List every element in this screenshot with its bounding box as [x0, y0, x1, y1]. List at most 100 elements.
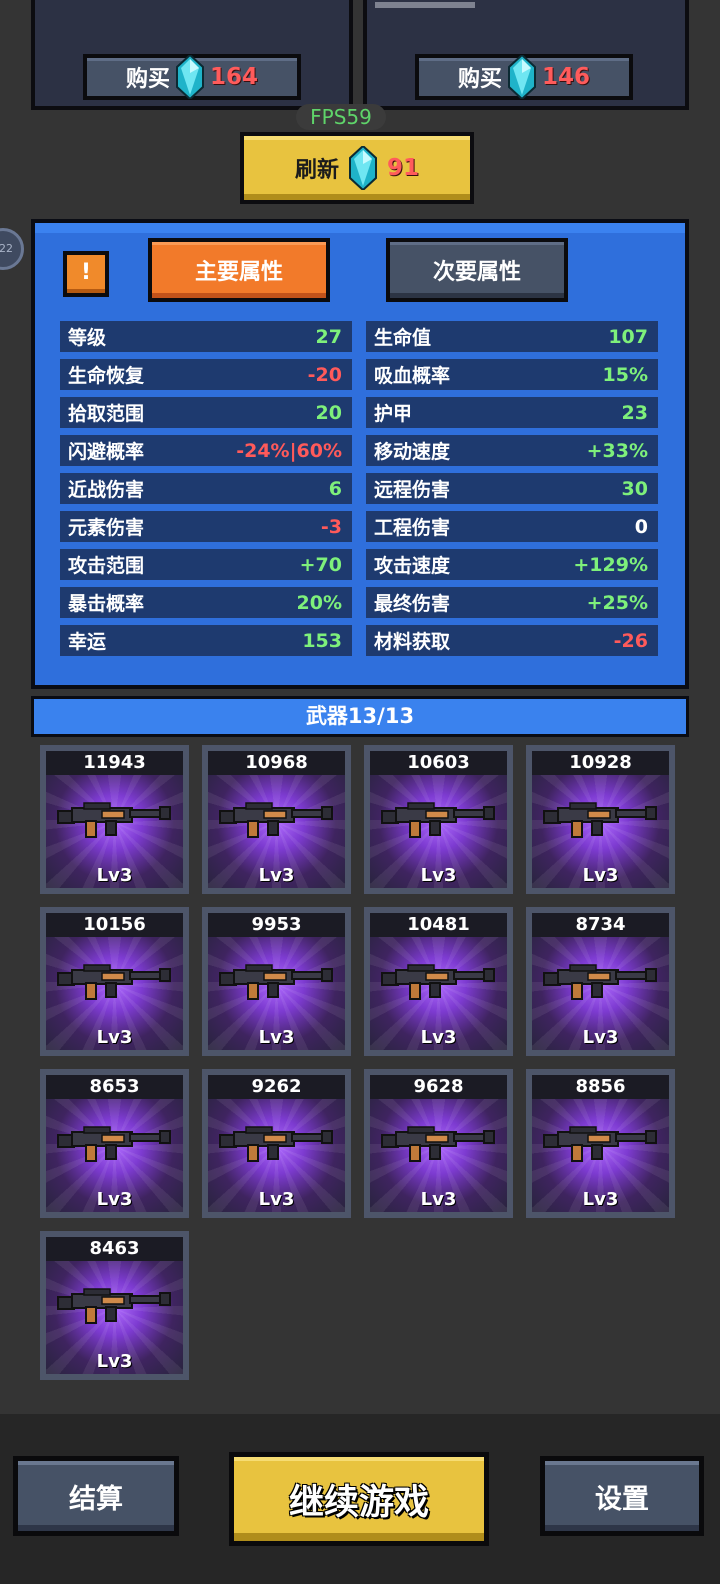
weapon-price: 8856 [532, 1075, 669, 1099]
weapon-card: 8734 Lv3 [532, 913, 669, 1050]
gem-icon [349, 144, 377, 192]
stat-value: +33% [586, 439, 648, 462]
weapon-card: 11943 Lv3 [46, 751, 183, 888]
weapon-price: 9262 [208, 1075, 345, 1099]
settle-button[interactable]: 结算 [13, 1456, 179, 1536]
weapon-slot[interactable]: 10481 Lv3 [364, 907, 513, 1056]
stat-value: 6 [328, 477, 342, 500]
stat-label: 移动速度 [374, 441, 451, 463]
stat-row: 移动速度 +33% [366, 435, 658, 466]
weapon-card: 8856 Lv3 [532, 1075, 669, 1212]
stat-value: 0 [634, 515, 648, 538]
weapon-card: 8463 Lv3 [46, 1237, 183, 1374]
rifle-icon [542, 959, 660, 1003]
stat-row: 生命恢复 -20 [60, 359, 352, 390]
weapon-card: 10481 Lv3 [370, 913, 507, 1050]
fps-counter: FPS59 [296, 104, 386, 130]
buy-label: 购买 [457, 67, 502, 92]
weapon-price: 10156 [46, 913, 183, 937]
weapon-price: 10968 [208, 751, 345, 775]
weapon-card: 10928 Lv3 [532, 751, 669, 888]
rifle-icon [56, 797, 174, 841]
stat-value: 107 [608, 325, 648, 348]
weapon-card: 9628 Lv3 [370, 1075, 507, 1212]
stat-label: 生命值 [374, 327, 432, 349]
stat-label: 闪避概率 [68, 441, 145, 463]
stat-value: 20 [315, 401, 342, 424]
buy-label: 购买 [125, 67, 170, 92]
stat-row: 暴击概率 20% [60, 587, 352, 618]
weapon-slot[interactable]: 10968 Lv3 [202, 745, 351, 894]
weapon-card: 10603 Lv3 [370, 751, 507, 888]
weapon-price: 8653 [46, 1075, 183, 1099]
stat-row: 幸运 153 [60, 625, 352, 656]
weapon-slot[interactable]: 8463 Lv3 [40, 1231, 189, 1380]
weapon-slot[interactable]: 9953 Lv3 [202, 907, 351, 1056]
continue-game-button[interactable]: 继续游戏 [229, 1452, 489, 1546]
buy-button-left[interactable]: 购买 164 [83, 53, 301, 101]
rifle-icon [56, 1121, 174, 1165]
truncated-item-name [375, 2, 475, 8]
refresh-button[interactable]: 刷新 91 [240, 132, 474, 204]
rifle-icon [380, 959, 498, 1003]
stat-label: 拾取范围 [68, 403, 145, 425]
stat-value: +25% [586, 591, 648, 614]
weapon-level: Lv3 [96, 1189, 133, 1210]
weapon-price: 9628 [370, 1075, 507, 1099]
stat-row: 闪避概率 -24%|60% [60, 435, 352, 466]
weapon-slot[interactable]: 10156 Lv3 [40, 907, 189, 1056]
stat-row: 攻击范围 +70 [60, 549, 352, 580]
weapon-level: Lv3 [420, 865, 457, 886]
weapon-level: Lv3 [96, 1027, 133, 1048]
stat-label: 攻击速度 [374, 555, 451, 577]
stat-row: 材料获取 -26 [366, 625, 658, 656]
weapon-slot[interactable]: 8856 Lv3 [526, 1069, 675, 1218]
refresh-label: 刷新 [294, 158, 339, 183]
weapon-slot[interactable]: 8734 Lv3 [526, 907, 675, 1056]
stat-row: 元素伤害 -3 [60, 511, 352, 542]
tab-secondary-attributes[interactable]: 次要属性 [386, 238, 568, 302]
weapon-slot[interactable]: 10928 Lv3 [526, 745, 675, 894]
stat-value: 15% [602, 363, 648, 386]
floating-side-button[interactable]: 22 [0, 228, 24, 270]
weapon-slot[interactable]: 9262 Lv3 [202, 1069, 351, 1218]
stat-value: 23 [621, 401, 648, 424]
weapon-level: Lv3 [420, 1189, 457, 1210]
stat-value: +129% [573, 553, 648, 576]
rifle-icon [380, 797, 498, 841]
stat-label: 生命恢复 [68, 365, 145, 387]
stat-row: 工程伤害 0 [366, 511, 658, 542]
weapon-price: 10481 [370, 913, 507, 937]
weapon-slot[interactable]: 11943 Lv3 [40, 745, 189, 894]
refresh-price: 91 [387, 155, 420, 181]
weapon-price: 10603 [370, 751, 507, 775]
rifle-icon [218, 959, 336, 1003]
info-warning-button[interactable]: ! [63, 251, 109, 297]
weapon-price: 10928 [532, 751, 669, 775]
weapon-level: Lv3 [96, 1351, 133, 1372]
weapon-card: 8653 Lv3 [46, 1075, 183, 1212]
stat-value: -3 [320, 515, 342, 538]
buy-price: 164 [210, 64, 259, 90]
stat-value: 27 [315, 325, 342, 348]
gem-icon [508, 53, 536, 101]
stat-row: 远程伤害 30 [366, 473, 658, 504]
stat-label: 元素伤害 [68, 517, 145, 539]
weapon-card: 10156 Lv3 [46, 913, 183, 1050]
rifle-icon [56, 1283, 174, 1327]
tab-primary-attributes[interactable]: 主要属性 [148, 238, 330, 302]
weapon-slot[interactable]: 10603 Lv3 [364, 745, 513, 894]
weapon-slot[interactable]: 8653 Lv3 [40, 1069, 189, 1218]
stat-row: 护甲 23 [366, 397, 658, 428]
settings-button[interactable]: 设置 [540, 1456, 704, 1536]
stat-value: 153 [302, 629, 342, 652]
buy-button-right[interactable]: 购买 146 [415, 53, 633, 101]
stat-label: 近战伤害 [68, 479, 145, 501]
weapon-level: Lv3 [582, 1027, 619, 1048]
stat-label: 工程伤害 [374, 517, 451, 539]
rifle-icon [218, 797, 336, 841]
rifle-icon [380, 1121, 498, 1165]
stat-value: -26 [613, 629, 648, 652]
stat-row: 吸血概率 15% [366, 359, 658, 390]
weapon-slot[interactable]: 9628 Lv3 [364, 1069, 513, 1218]
